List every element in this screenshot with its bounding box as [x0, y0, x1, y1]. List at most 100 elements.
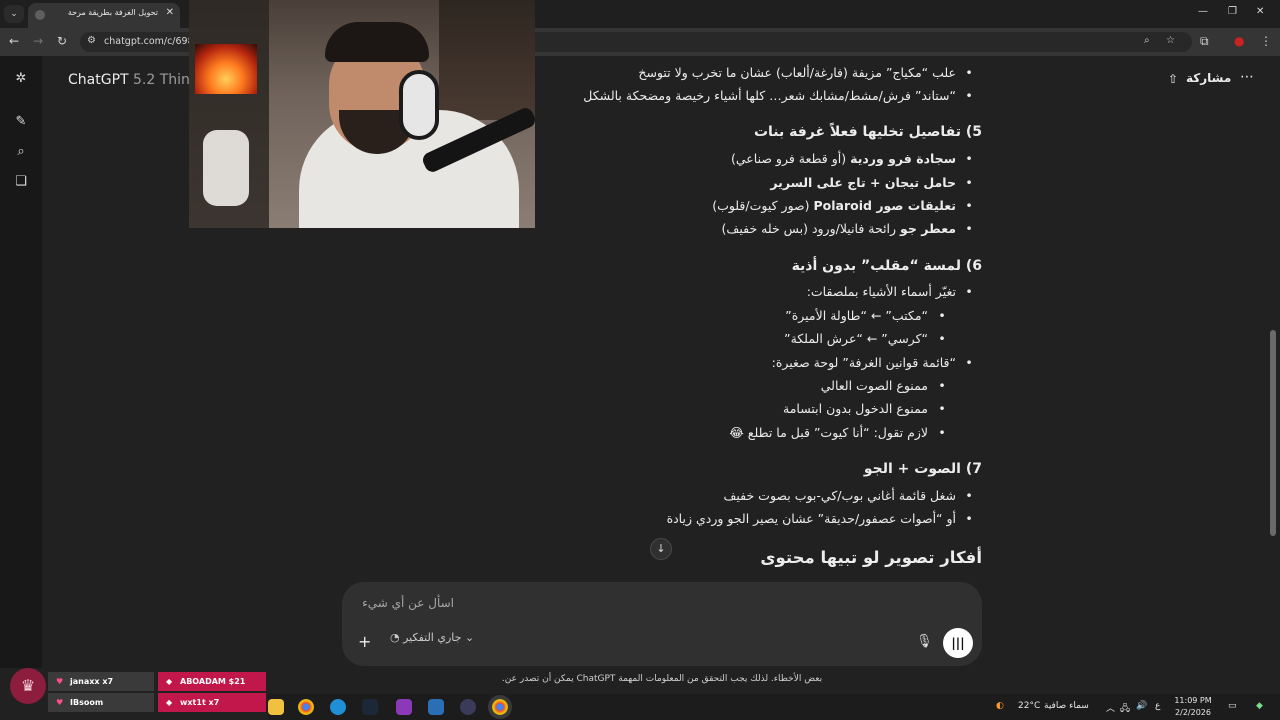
list-item-text: “ستاند” فرش/مشط/مشابك شعر… كلها أشياء رخ… — [583, 88, 956, 103]
alert-item: ♥ IBsoom — [48, 693, 154, 712]
back-icon[interactable]: ← — [9, 34, 19, 48]
list-item-text: (أو قطعة فرو صناعي) — [731, 151, 851, 166]
share-icon[interactable]: ⇧ — [1168, 72, 1178, 86]
obs-icon[interactable] — [460, 699, 476, 715]
window-close-icon[interactable]: ✕ — [1256, 6, 1264, 17]
list-item-text: شغل قائمة أغاني بوب/كي-بوب بصوت خفيف — [723, 488, 956, 503]
bullet-marker: • — [938, 331, 946, 346]
list-item-text: “كرسي” ← “عرش الملكة” — [784, 331, 928, 346]
clock-date: 2/2/2026 — [1175, 708, 1211, 717]
list-item-text: “قائمة قوانين الغرفة” لوحة صغيرة: — [771, 355, 956, 370]
list-item: • “مكتب” ← “طاولة الأميرة” — [785, 308, 956, 323]
model-name: ChatGPT — [68, 72, 129, 88]
network-icon[interactable]: 🖧 — [1120, 701, 1130, 717]
section-heading: 6) لمسة “مقلب” بدون أذية — [791, 258, 982, 274]
section-heading: أفكار تصوير لو تبيها محتوى — [760, 548, 982, 567]
share-button[interactable]: مشاركة — [1186, 71, 1231, 85]
scroll-down-button[interactable]: ↓ — [650, 538, 672, 560]
scrollbar-thumb[interactable] — [1270, 330, 1276, 536]
bullet-marker: • — [965, 151, 973, 166]
list-item-text: تغيّر أسماء الأشياء بملصقات: — [806, 284, 956, 299]
list-item-text: “مكتب” ← “طاولة الأميرة” — [785, 308, 928, 323]
tab-close-icon[interactable]: ✕ — [166, 7, 174, 18]
browser-tab[interactable]: تحويل الغرفة بطريقة مرحة ✕ — [28, 3, 180, 28]
microphone-icon[interactable]: 🎙 — [916, 634, 933, 649]
list-item-bold: معطر جو — [900, 221, 956, 236]
list-item-text: رائحة فانيلا/ورود (بس خله خفيف) — [721, 221, 901, 236]
bullet-marker: • — [965, 175, 973, 190]
clock-time: 11:09 PM — [1174, 696, 1212, 705]
voice-mode-button[interactable]: ||| — [943, 628, 973, 658]
browser-menu-icon[interactable]: ⋮ — [1260, 34, 1272, 48]
volume-icon[interactable]: 🔊 — [1136, 701, 1147, 711]
steam-icon[interactable] — [362, 699, 378, 715]
restore-icon[interactable]: ❐ — [1228, 6, 1237, 17]
tab-search-chevron-icon[interactable]: ⌄ — [4, 5, 24, 23]
site-info-icon[interactable]: ⚙ — [87, 35, 96, 46]
list-item: • تعليقات صور Polaroid (صور كيوت/قلوب) — [712, 198, 982, 213]
model-selector[interactable]: ChatGPT 5.2 Think — [68, 72, 198, 88]
bullet-marker: • — [965, 511, 973, 526]
list-item-text: أو “أصوات عصفور/حديقة” عشان يصير الجو ور… — [666, 511, 956, 526]
list-item: • “ستاند” فرش/مشط/مشابك شعر… كلها أشياء ر… — [583, 88, 982, 103]
weather-text: سماء صافية — [1044, 701, 1089, 711]
section-heading: 5) تفاصيل تخليها فعلاً غرفة بنات — [753, 124, 982, 140]
list-item: • “كرسي” ← “عرش الملكة” — [784, 331, 956, 346]
minimize-icon[interactable]: — — [1198, 6, 1208, 17]
openai-logo-icon[interactable]: ✲ — [13, 71, 29, 87]
edge-icon[interactable] — [330, 699, 346, 715]
disclaimer: بعض الأخطاء. لذلك يجب التحقق من المعلوما… — [501, 674, 823, 684]
cam-kettle — [203, 130, 249, 206]
more-options-icon[interactable]: ⋯ — [1240, 69, 1254, 85]
bullet-marker: • — [938, 308, 946, 323]
reload-icon[interactable]: ↻ — [57, 34, 67, 48]
list-item: • ممنوع الدخول بدون ابتسامة — [783, 401, 956, 416]
chrome-active-icon[interactable] — [492, 699, 508, 715]
copilot-icon[interactable]: ◆ — [1256, 701, 1263, 711]
list-item: • سجادة فرو وردية (أو قطعة فرو صناعي) — [731, 151, 982, 166]
tray-chevron-icon[interactable]: ︿ — [1106, 701, 1115, 714]
list-item: • شغل قائمة أغاني بوب/كي-بوب بصوت خفيف — [723, 488, 982, 503]
thinking-clock-icon: ◔ — [390, 631, 400, 644]
zoom-icon[interactable]: ⌕ — [1144, 35, 1150, 46]
alert-item: ◆ wxt1t x7 — [158, 693, 266, 712]
chrome-icon[interactable] — [298, 699, 314, 715]
profile-icon[interactable]: ● — [1234, 34, 1244, 48]
prompt-input[interactable]: اسأل عن أي شيء — [354, 596, 454, 610]
notifications-icon[interactable]: ▭ — [1228, 701, 1237, 711]
section-heading: 7) الصوت + الجو — [863, 461, 982, 477]
file-explorer-icon[interactable] — [268, 699, 284, 715]
bullet-marker: • — [965, 65, 973, 80]
bookmark-star-icon[interactable]: ☆ — [1166, 35, 1175, 46]
webcam-overlay — [189, 0, 535, 228]
new-chat-icon[interactable]: ✎ — [13, 114, 29, 130]
bullet-marker: • — [965, 355, 973, 370]
discord-icon[interactable] — [396, 699, 412, 715]
stream-alerts: ♛ ♥ janaxx x7 ◆ ABOADAM $21 ♥ IBsoom ◆ wxt1t… — [0, 664, 268, 720]
bullet-marker: • — [965, 284, 973, 299]
list-item-text: ممنوع الدخول بدون ابتسامة — [783, 401, 928, 416]
bullet-marker: • — [938, 401, 946, 416]
thinking-mode-chip[interactable]: ⌄ جاري التفكير ◔ — [386, 631, 478, 653]
bullet-marker: • — [965, 198, 973, 213]
composer: اسأل عن أي شيء + ⌄ جاري التفكير ◔ 🎙 ||| — [342, 582, 982, 666]
security-app-icon[interactable] — [428, 699, 444, 715]
thinking-mode-label: جاري التفكير — [403, 631, 462, 644]
forward-icon[interactable]: → — [33, 34, 43, 48]
language-indicator[interactable]: ع — [1155, 701, 1160, 711]
list-item-bold: حامل تيجان + تاج على السرير — [770, 175, 956, 190]
cam-fireplace-screen — [195, 44, 257, 94]
alert-item: ◆ ABOADAM $21 — [158, 672, 266, 691]
list-item: • معطر جو رائحة فانيلا/ورود (بس خله خفيف) — [722, 221, 982, 236]
library-icon[interactable]: ❏ — [13, 174, 29, 190]
search-chats-icon[interactable]: ⌕ — [13, 144, 29, 160]
assistant-message: • علب “مكياج” مزيفة (فارغة/ألعاب) عشان ما… — [550, 60, 982, 580]
list-item: • تغيّر أسماء الأشياء بملصقات: — [807, 284, 982, 299]
alert-crown-icon: ♛ — [10, 668, 46, 704]
list-item: • حامل تيجان + تاج على السرير — [770, 175, 982, 190]
add-attachment-icon[interactable]: + — [358, 632, 371, 651]
extensions-icon[interactable]: ⧉ — [1200, 34, 1209, 49]
list-item: • لازم تقول: “أنا كيوت” قبل ما تطلع 😂 — [729, 425, 956, 440]
bullet-marker: • — [938, 378, 946, 393]
system-clock[interactable]: 11:09 PM 2/2/2026 — [1170, 695, 1216, 719]
